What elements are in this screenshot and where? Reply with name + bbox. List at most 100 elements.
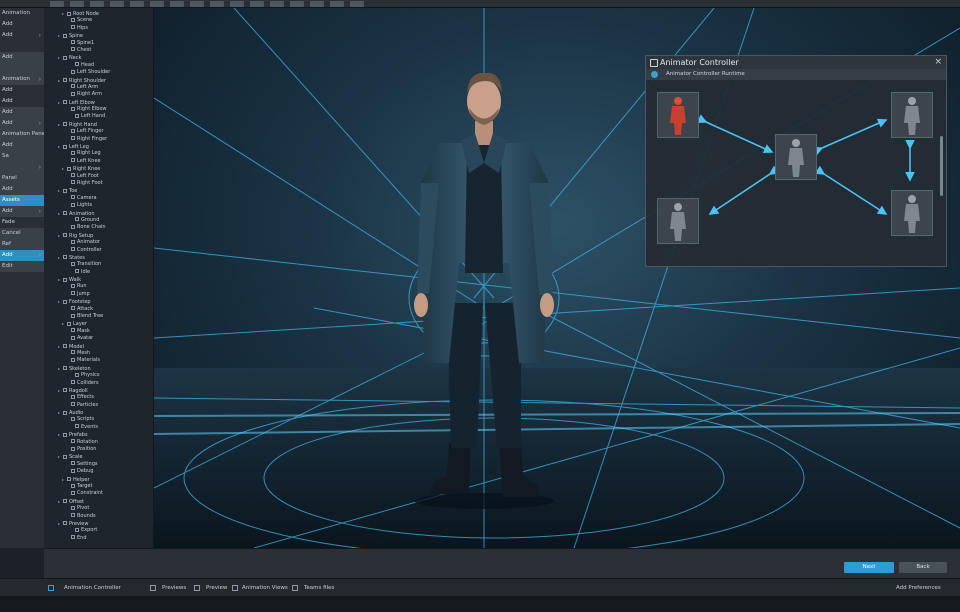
hierarchy-item[interactable]: Transition [44,261,153,268]
hierarchy-item[interactable]: Scene [44,17,153,24]
side-panel-item[interactable]: Animation › [0,74,44,85]
status-preferences[interactable]: Add Preferences [896,579,941,597]
state-active[interactable] [657,92,699,138]
hierarchy-item[interactable]: ▸ Rig Setup [44,232,153,239]
toolbar-button[interactable]: Window [150,0,164,7]
side-panel-item[interactable] [0,41,44,52]
hierarchy-item[interactable]: Debug [44,468,153,475]
hierarchy-item[interactable]: Bone Chain [44,224,153,231]
hierarchy-item[interactable]: ▸ Right Hand [44,121,153,128]
side-panel-item[interactable]: Edit [0,261,44,272]
hierarchy-item[interactable]: Jump [44,291,153,298]
side-panel-item[interactable] [0,63,44,74]
hierarchy-item[interactable]: Materials [44,357,153,364]
side-panel-item[interactable]: Animation [0,8,44,19]
hierarchy-item[interactable]: Target [44,483,153,490]
side-panel-item[interactable]: Add [0,107,44,118]
hierarchy-item[interactable]: ▸ Left Elbow [44,99,153,106]
hierarchy-item[interactable]: Run [44,283,153,290]
hierarchy-item[interactable]: Pivot [44,505,153,512]
side-panel-item[interactable]: Add [0,85,44,96]
hierarchy-item[interactable]: ▸ Skeleton [44,365,153,372]
hierarchy-item[interactable]: Camera [44,195,153,202]
hierarchy-item[interactable]: Right Arm [44,91,153,98]
side-panel-item[interactable]: Add › [0,118,44,129]
hierarchy-item[interactable]: ▸ States [44,254,153,261]
hierarchy-item[interactable]: Animator [44,239,153,246]
hierarchy-item[interactable]: Controller [44,247,153,254]
hierarchy-item[interactable]: Right Foot [44,180,153,187]
toolbar-button[interactable]: File [50,0,64,7]
status-views[interactable]: Animation Views [242,579,288,597]
toolbar-button[interactable]: Edit [70,0,84,7]
hierarchy-item[interactable]: ▸ Animation [44,210,153,217]
toolbar-button[interactable]: Pause [210,0,224,7]
state-bottom-right[interactable] [891,190,933,236]
state-top-right[interactable] [891,92,933,138]
hierarchy-item[interactable]: Left Finger [44,128,153,135]
hierarchy-item[interactable]: ▸ Layer [44,320,153,327]
hierarchy-item[interactable]: ▸ Footstep [44,298,153,305]
status-teams[interactable]: Teams files [304,579,334,597]
side-panel-item[interactable]: Add › [0,206,44,217]
toolbar-button[interactable]: Layout [270,0,284,7]
hierarchy-item[interactable]: ▸ Prefabs [44,431,153,438]
animator-scrollbar[interactable] [940,136,943,196]
animator-controller-window[interactable]: Animator Controller × Animator Controlle… [645,55,947,267]
hierarchy-item[interactable]: Colliders [44,380,153,387]
side-panel-item[interactable]: Cancel [0,228,44,239]
hierarchy-item[interactable]: ▸ Spine [44,32,153,39]
toolbar-button[interactable]: Tab [330,0,344,7]
toolbar-button[interactable]: Layers [250,0,264,7]
side-panel-item[interactable]: Sa [0,151,44,162]
hierarchy-item[interactable]: ▸ Offset [44,498,153,505]
toolbar-button[interactable]: Help [170,0,184,7]
hierarchy-item[interactable]: Attack [44,306,153,313]
hierarchy-item[interactable]: Events [44,424,153,431]
hierarchy-item[interactable]: Left Knee [44,158,153,165]
hierarchy-item[interactable]: Export [44,527,153,534]
hierarchy-item[interactable]: ▸ Right Knee [44,165,153,172]
status-controller[interactable]: Animation Controller [64,579,121,597]
hierarchy-item[interactable]: Constraint [44,490,153,497]
hierarchy-item[interactable]: ▸ Ragdoll [44,387,153,394]
toolbar-button[interactable]: Cloud [310,0,324,7]
hierarchy-item[interactable]: ▸ Root Node [44,10,153,17]
hierarchy-item[interactable]: Effects [44,394,153,401]
side-panel-item[interactable]: Add › [0,30,44,41]
hierarchy-item[interactable]: ▸ Preview [44,520,153,527]
hierarchy-item[interactable]: Ground [44,217,153,224]
side-panel-item[interactable]: Add › [0,250,44,261]
hierarchy-item[interactable]: ▸ Walk [44,276,153,283]
hierarchy-item[interactable]: Hips [44,25,153,32]
hierarchy-item[interactable]: Scripts [44,416,153,423]
hierarchy-item[interactable]: ▸ Right Shoulder [44,77,153,84]
hierarchy-item[interactable]: Bounds [44,513,153,520]
hierarchy-item[interactable]: Particles [44,402,153,409]
side-panel-item[interactable]: Add [0,96,44,107]
side-panel-item[interactable]: Animation Panel [0,129,44,140]
hierarchy-item[interactable]: Rotation [44,439,153,446]
hierarchy-item[interactable]: Mesh [44,350,153,357]
hierarchy-item[interactable]: Idle [44,269,153,276]
toolbar-button[interactable]: Tools [130,0,144,7]
toolbar-button[interactable]: Account [290,0,304,7]
side-panel-item[interactable]: Add [0,52,44,63]
toolbar-button[interactable]: Step [230,0,244,7]
hierarchy-item[interactable]: ▸ Model [44,343,153,350]
hierarchy-item[interactable]: Physics [44,372,153,379]
character-model[interactable] [399,63,569,513]
side-panel-item[interactable]: › [0,162,44,173]
hierarchy-item[interactable]: Chest [44,47,153,54]
hierarchy-item[interactable]: Right Elbow [44,106,153,113]
toolbar-button[interactable]: Assets [90,0,104,7]
state-bottom-left[interactable] [657,198,699,244]
hierarchy-item[interactable]: ▸ Neck [44,54,153,61]
hierarchy-item[interactable]: Right Leg [44,150,153,157]
side-panel-item[interactable]: Ref [0,239,44,250]
status-previews[interactable]: Previews [162,579,186,597]
side-panel-item[interactable]: Add [0,19,44,30]
hierarchy-item[interactable]: ▸ Helper [44,476,153,483]
hierarchy-item[interactable]: End [44,535,153,542]
toolbar-button[interactable]: Share [350,0,364,7]
